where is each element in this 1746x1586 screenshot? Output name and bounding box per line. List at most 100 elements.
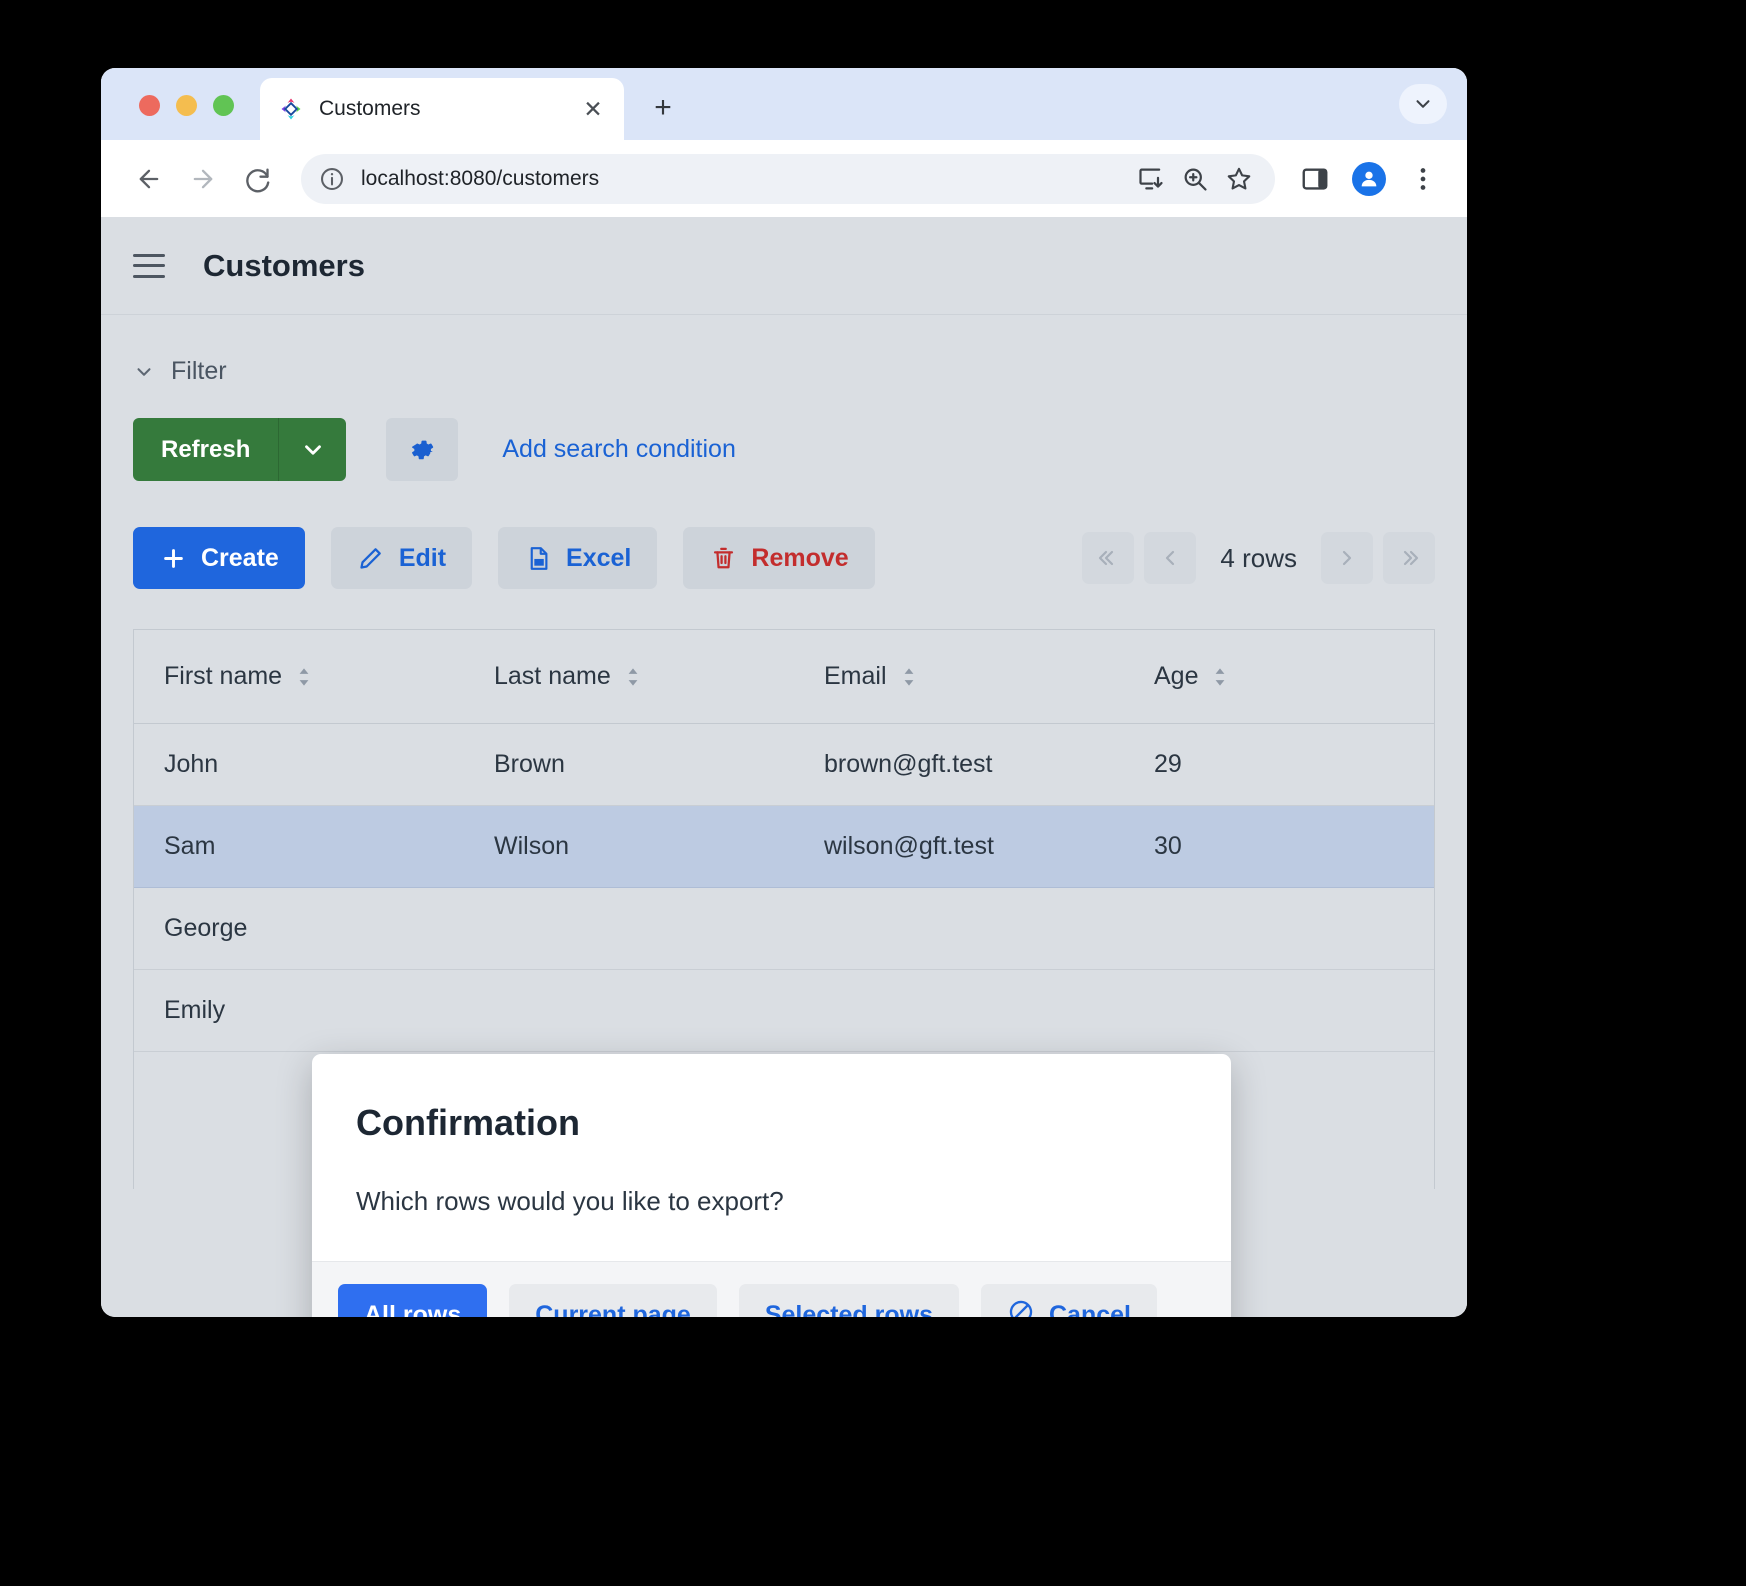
- zoom-icon[interactable]: [1181, 165, 1209, 193]
- column-header-email[interactable]: Email: [794, 630, 1124, 724]
- sort-arrows-icon: [1212, 666, 1228, 688]
- cell-age: 30: [1124, 806, 1434, 888]
- column-header-age[interactable]: Age: [1124, 630, 1434, 724]
- filter-label: Filter: [171, 357, 227, 386]
- next-page-button[interactable]: [1321, 532, 1373, 584]
- column-header-label: First name: [164, 662, 282, 691]
- cell-first-name: John: [134, 724, 464, 806]
- cell-last-name: [464, 970, 794, 1052]
- sort-arrows-icon: [901, 666, 917, 688]
- page-viewport: Customers Filter Refresh Add search cond…: [101, 217, 1467, 1317]
- edit-button-label: Edit: [399, 544, 446, 573]
- edit-button[interactable]: Edit: [331, 527, 472, 589]
- close-icon[interactable]: ✕: [578, 94, 608, 124]
- minimize-window-button[interactable]: [176, 95, 197, 116]
- reload-icon[interactable]: [233, 155, 281, 203]
- column-header-label: Last name: [494, 662, 611, 691]
- hamburger-menu-icon[interactable]: [133, 254, 165, 278]
- refresh-button[interactable]: Refresh: [133, 418, 278, 481]
- browser-window: Customers ✕ + localhost:8080/customers: [101, 68, 1467, 1317]
- chevron-down-icon: [133, 361, 155, 383]
- window-traffic-lights: [139, 95, 234, 116]
- create-button-label: Create: [201, 544, 279, 573]
- cell-email: brown@gft.test: [794, 724, 1124, 806]
- double-chevron-left-icon: [1096, 546, 1120, 570]
- excel-button[interactable]: Excel: [498, 527, 657, 589]
- add-search-condition-link[interactable]: Add search condition: [502, 435, 735, 464]
- browser-tab-customers[interactable]: Customers ✕: [260, 78, 624, 140]
- cell-last-name: Wilson: [464, 806, 794, 888]
- sort-arrows-icon: [296, 666, 312, 688]
- plus-icon: [159, 544, 187, 572]
- dialog-message: Which rows would you like to export?: [356, 1186, 1187, 1217]
- site-info-icon[interactable]: [319, 166, 345, 192]
- table-row[interactable]: John Brown brown@gft.test 29: [134, 724, 1434, 806]
- excel-button-label: Excel: [566, 544, 631, 573]
- column-header-label: Email: [824, 662, 887, 691]
- avatar: [1352, 162, 1386, 196]
- table-row[interactable]: Emily: [134, 970, 1434, 1052]
- rows-count-label: 4 rows: [1220, 543, 1297, 574]
- new-tab-button[interactable]: +: [643, 88, 683, 128]
- bookmark-star-icon[interactable]: [1225, 165, 1253, 193]
- cancel-button[interactable]: Cancel: [981, 1284, 1157, 1317]
- current-page-button[interactable]: Current page: [509, 1284, 717, 1317]
- omnibox-actions: [1137, 165, 1261, 193]
- cell-age: 29: [1124, 724, 1434, 806]
- app-header: Customers: [101, 217, 1467, 315]
- selected-rows-button[interactable]: Selected rows: [739, 1284, 959, 1317]
- chevron-down-icon: [300, 437, 326, 463]
- cell-first-name: Emily: [134, 970, 464, 1052]
- cell-age: [1124, 970, 1434, 1052]
- remove-button[interactable]: Remove: [683, 527, 874, 589]
- browser-tab-title: Customers: [319, 97, 578, 121]
- page-title: Customers: [203, 248, 365, 284]
- back-arrow-icon[interactable]: [125, 155, 173, 203]
- table-row[interactable]: George: [134, 888, 1434, 970]
- first-page-button[interactable]: [1082, 532, 1134, 584]
- column-header-label: Age: [1154, 662, 1198, 691]
- create-button[interactable]: Create: [133, 527, 305, 589]
- double-chevron-right-icon: [1397, 546, 1421, 570]
- chevron-down-icon[interactable]: [1399, 84, 1447, 124]
- browser-addressbar: localhost:8080/customers: [101, 140, 1467, 217]
- cell-email: [794, 888, 1124, 970]
- pencil-icon: [357, 544, 385, 572]
- gear-icon: [407, 435, 437, 465]
- browser-tabstrip: Customers ✕ +: [101, 68, 1467, 140]
- all-rows-button[interactable]: All rows: [338, 1284, 487, 1317]
- table-header-row: First name Last name E: [134, 630, 1434, 724]
- cell-first-name: Sam: [134, 806, 464, 888]
- close-window-button[interactable]: [139, 95, 160, 116]
- ban-icon: [1007, 1298, 1035, 1318]
- more-menu-icon[interactable]: [1399, 155, 1447, 203]
- profile-avatar-icon[interactable]: [1345, 155, 1393, 203]
- side-panel-icon[interactable]: [1291, 155, 1339, 203]
- refresh-dropdown-button[interactable]: [278, 418, 346, 481]
- data-toolbar: Create Edit Excel Remove: [101, 481, 1467, 589]
- pagination: 4 rows: [1082, 532, 1435, 584]
- chevron-left-icon: [1158, 546, 1182, 570]
- jmix-diamond-icon: [278, 96, 304, 122]
- cancel-button-label: Cancel: [1049, 1301, 1131, 1318]
- last-page-button[interactable]: [1383, 532, 1435, 584]
- address-omnibox[interactable]: localhost:8080/customers: [301, 154, 1275, 204]
- forward-arrow-icon: [179, 155, 227, 203]
- trash-icon: [709, 544, 737, 572]
- filter-toggle[interactable]: Filter: [101, 315, 1467, 386]
- prev-page-button[interactable]: [1144, 532, 1196, 584]
- confirmation-dialog: Confirmation Which rows would you like t…: [312, 1054, 1231, 1317]
- column-header-last-name[interactable]: Last name: [464, 630, 794, 724]
- install-app-icon[interactable]: [1137, 165, 1165, 193]
- cell-first-name: George: [134, 888, 464, 970]
- dialog-body: Confirmation Which rows would you like t…: [312, 1054, 1231, 1261]
- cell-email: [794, 970, 1124, 1052]
- table-row[interactable]: Sam Wilson wilson@gft.test 30: [134, 806, 1434, 888]
- cell-email: wilson@gft.test: [794, 806, 1124, 888]
- filter-settings-button[interactable]: [386, 418, 458, 481]
- cell-last-name: [464, 888, 794, 970]
- cell-last-name: Brown: [464, 724, 794, 806]
- column-header-first-name[interactable]: First name: [134, 630, 464, 724]
- maximize-window-button[interactable]: [213, 95, 234, 116]
- dialog-footer: All rows Current page Selected rows Canc…: [312, 1261, 1231, 1317]
